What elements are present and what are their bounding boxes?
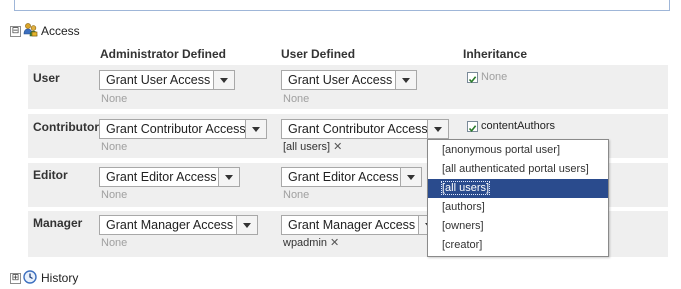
inherit-contributor-label: contentAuthors [481,120,555,132]
admin-contributor-value: None [101,141,128,153]
admin-user-value: None [101,93,128,105]
select-text: Grant User Access [106,73,211,87]
access-section-title: Access [41,24,80,38]
column-header-user: User Defined [281,47,356,61]
select-text: Grant Editor Access [106,170,217,184]
row-label-editor: Editor [33,168,68,182]
chevron-down-icon[interactable] [218,168,239,186]
row-label-manager: Manager [33,216,83,230]
users-key-icon [23,23,38,37]
value-text: wpadmin [283,236,328,249]
value-text: [all users] [283,140,331,153]
user-contributor-value: [all users] ✕ [283,140,342,153]
admin-editor-value: None [101,189,128,201]
clock-icon [23,270,37,284]
expand-history-toggle[interactable]: ⊞ [10,273,21,284]
remove-x-icon[interactable]: ✕ [333,140,342,153]
admin-grant-user-select[interactable]: Grant User Access [99,70,235,90]
user-contributor-dropdown-list[interactable]: [anonymous portal user] [all authenticat… [427,139,609,257]
remove-x-icon[interactable]: ✕ [330,236,339,249]
admin-grant-contributor-select[interactable]: Grant Contributor Access [99,119,267,139]
select-text: Grant Contributor Access [288,122,427,136]
chevron-down-icon[interactable] [400,168,421,186]
chevron-down-icon[interactable] [427,120,448,138]
history-section-title: History [41,271,79,285]
user-grant-contributor-select[interactable]: Grant Contributor Access [281,119,449,139]
chevron-down-icon[interactable] [236,216,257,234]
chevron-down-icon[interactable] [213,71,234,89]
chevron-down-icon[interactable] [245,120,266,138]
collapse-access-toggle[interactable]: ⊟ [10,26,21,37]
top-panel-border [14,0,670,11]
admin-grant-manager-select[interactable]: Grant Manager Access [99,215,258,235]
user-user-value: None [283,93,310,105]
inherit-contributor-checkbox[interactable] [467,121,478,133]
select-text: Grant Manager Access [106,218,234,232]
select-text: Grant Manager Access [288,218,416,232]
dropdown-option-selected[interactable]: [all users] [428,179,608,198]
option-text: [creator] [442,239,483,251]
checkmark-icon [468,76,477,84]
user-grant-editor-select[interactable]: Grant Editor Access [281,167,422,187]
user-grant-manager-select[interactable]: Grant Manager Access [281,215,440,235]
dropdown-option[interactable]: [creator] [428,236,608,255]
dropdown-option[interactable]: [owners] [428,217,608,236]
admin-manager-value: None [101,237,128,249]
dropdown-option[interactable]: [all authenticated portal users] [428,160,608,179]
option-text: [owners] [442,220,484,232]
dropdown-option[interactable]: [authors] [428,198,608,217]
user-editor-value: None [283,189,310,201]
option-text: [anonymous portal user] [442,144,561,156]
option-text: [all users] [440,181,491,195]
dropdown-option[interactable]: [anonymous portal user] [428,141,608,160]
checkmark-icon [468,125,477,133]
chevron-down-icon[interactable] [395,71,416,89]
row-label-user: User [33,71,60,85]
inherit-user-label: None [481,71,508,83]
select-text: Grant Editor Access [288,170,399,184]
user-grant-user-select[interactable]: Grant User Access [281,70,417,90]
row-label-contributor: Contributor [33,120,99,134]
user-manager-value: wpadmin ✕ [283,236,339,249]
option-text: [authors] [442,201,485,213]
select-text: Grant Contributor Access [106,122,245,136]
inherit-user-checkbox[interactable] [467,72,478,84]
select-text: Grant User Access [288,73,393,87]
admin-grant-editor-select[interactable]: Grant Editor Access [99,167,240,187]
column-header-admin: Administrator Defined [100,47,227,61]
option-text: [all authenticated portal users] [442,163,589,175]
column-header-inheritance: Inheritance [463,47,528,61]
